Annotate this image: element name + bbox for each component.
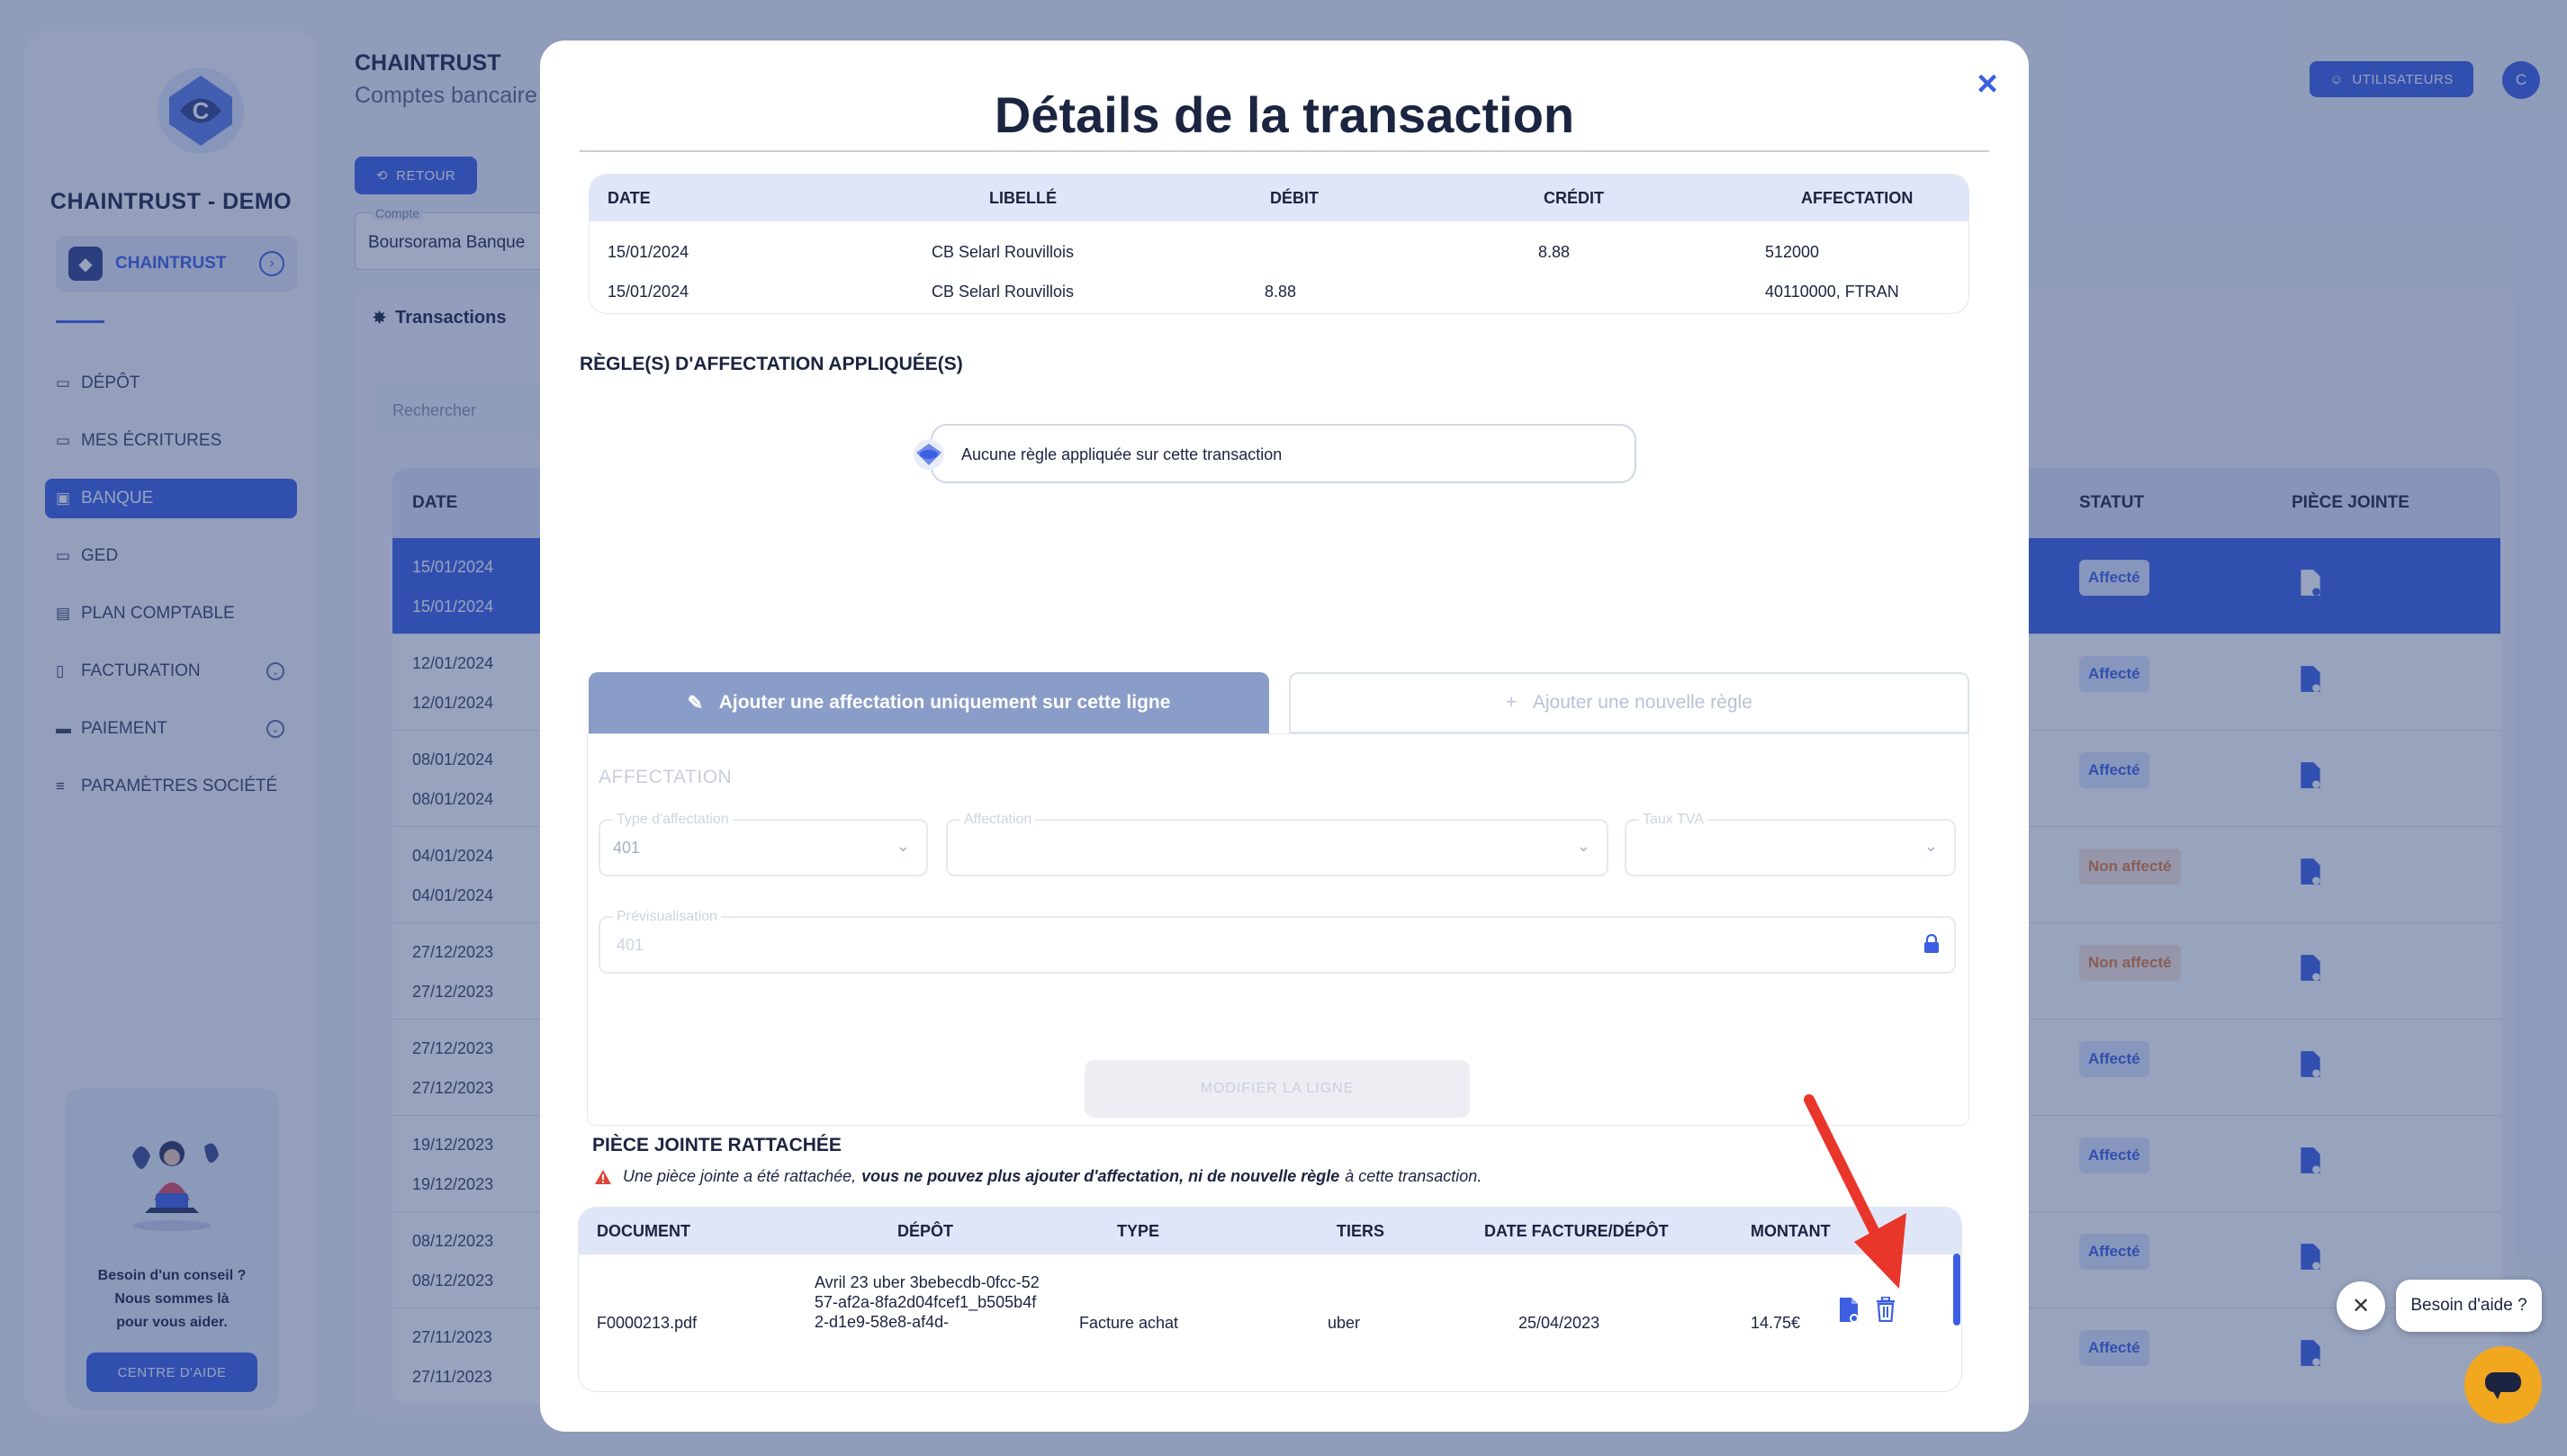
col-tiers: TIERS [1337, 1222, 1385, 1240]
affectation-select[interactable]: Affectation ⌄ [946, 812, 1608, 876]
col-debit: DÉBIT [1270, 189, 1319, 207]
col-depot: DÉPÔT [897, 1222, 954, 1240]
cell-debit: 8.88 [1265, 283, 1297, 301]
chat-help-bubble[interactable]: Besoin d'aide ? [2396, 1280, 2542, 1332]
rules-heading: RÈGLE(S) D'AFFECTATION APPLIQUÉE(S) [580, 354, 963, 374]
col-libelle: LIBELLÉ [989, 189, 1057, 207]
table-row[interactable]: 15/01/2024 CB Selarl Rouvillois 8.88 512… [590, 232, 1968, 272]
cell-document[interactable]: F0000213.pdf [597, 1314, 697, 1333]
modify-line-button[interactable]: MODIFIER LA LIGNE [1085, 1060, 1470, 1118]
divider [580, 150, 1989, 152]
chat-close-icon[interactable]: ✕ [2337, 1281, 2385, 1330]
no-rule-text: Aucune règle appliquée sur cette transac… [961, 445, 1283, 463]
field-value: 401 [617, 936, 644, 954]
cell-affectation: 512000 [1765, 243, 1820, 261]
col-document: DOCUMENT [597, 1222, 690, 1240]
chat-icon [2485, 1372, 2521, 1399]
trash-icon[interactable] [1876, 1297, 1896, 1322]
file-attach-icon[interactable] [1838, 1297, 1860, 1324]
taux-tva-select[interactable]: Taux TVA ⌄ [1625, 812, 1956, 876]
modal-title: Détails de la transaction [994, 86, 1575, 143]
cell-libelle: CB Selarl Rouvillois [932, 283, 1075, 301]
tab-label: Ajouter une nouvelle règle [1532, 692, 1752, 713]
preview-field: Prévisualisation 401 [599, 909, 1956, 974]
col-date: DATE [608, 189, 651, 207]
field-value: 401 [613, 839, 641, 857]
warning-icon [595, 1169, 611, 1184]
cell-date: 25/04/2023 [1518, 1314, 1600, 1332]
col-type: TYPE [1117, 1222, 1160, 1240]
cell-date: 15/01/2024 [608, 243, 689, 261]
warning-text: Une pièce jointe a été rattachée, [623, 1167, 857, 1185]
tab-add-new-rule[interactable]: + Ajouter une nouvelle règle [1289, 672, 1969, 733]
cell-libelle: CB Selarl Rouvillois [932, 243, 1075, 261]
warning-text: à cette transaction. [1345, 1167, 1482, 1185]
cell-montant: 14.75€ [1751, 1314, 1801, 1332]
cell-credit: 8.88 [1538, 243, 1571, 261]
table-row[interactable]: 15/01/2024 CB Selarl Rouvillois 8.88 401… [590, 272, 1968, 311]
field-label: Affectation [960, 812, 1036, 828]
red-arrow-annotation [1804, 1094, 1906, 1289]
field-label: Taux TVA [1639, 812, 1707, 828]
table-row[interactable]: F0000213.pdf Avril 23 uber 3bebecdb-0fcc… [579, 1254, 1961, 1362]
table-scrollbar[interactable] [1953, 1254, 1960, 1326]
col-date: DATE FACTURE/DÉPÔT [1484, 1222, 1669, 1240]
cell-date: 15/01/2024 [608, 283, 689, 301]
cloud-logo-icon [914, 439, 944, 470]
table-header: DOCUMENT DÉPÔT TYPE TIERS DATE FACTURE/D… [579, 1208, 1961, 1254]
attachment-heading: PIÈCE JOINTE RATTACHÉE [592, 1135, 842, 1155]
chevron-down-icon: ⌄ [896, 837, 910, 855]
chat-launcher-button[interactable] [2464, 1346, 2542, 1424]
transaction-lines-table: DATE LIBELLÉ DÉBIT CRÉDIT AFFECTATION 15… [589, 174, 1969, 314]
affectation-title: AFFECTATION [599, 767, 733, 787]
tab-label: Ajouter une affectation uniquement sur c… [718, 692, 1171, 713]
cell-depot: Avril 23 uber 3bebecdb-0fcc-5257-af2a-8f… [815, 1273, 1040, 1331]
col-affectation: AFFECTATION [1801, 189, 1914, 207]
type-affectation-select[interactable]: Type d'affectation 401 ⌄ [599, 812, 928, 876]
cell-affectation: 40110000, FTRAN [1765, 283, 1899, 301]
affectation-form: AFFECTATION Type d'affectation 401 ⌄ Aff… [587, 733, 1969, 1126]
chevron-down-icon: ⌄ [1923, 837, 1938, 855]
lock-icon [1924, 934, 1939, 953]
field-label: Type d'affectation [613, 812, 733, 828]
attachment-table: DOCUMENT DÉPÔT TYPE TIERS DATE FACTURE/D… [578, 1207, 1962, 1392]
table-header: DATE LIBELLÉ DÉBIT CRÉDIT AFFECTATION [590, 175, 1968, 221]
attachment-warning: Une pièce jointe a été rattachée, vous n… [594, 1167, 1482, 1186]
cell-tiers: uber [1328, 1314, 1361, 1332]
warning-bold: vous ne pouvez plus ajouter d'affectatio… [861, 1167, 1340, 1185]
col-credit: CRÉDIT [1544, 189, 1604, 207]
no-rule-message: Aucune règle appliquée sur cette transac… [931, 424, 1636, 483]
cell-type: Facture achat [1079, 1314, 1179, 1332]
chevron-down-icon: ⌄ [1576, 837, 1590, 855]
field-label: Prévisualisation [613, 909, 722, 925]
tab-add-affectation-line[interactable]: ✎ Ajouter une affectation uniquement sur… [589, 672, 1269, 733]
